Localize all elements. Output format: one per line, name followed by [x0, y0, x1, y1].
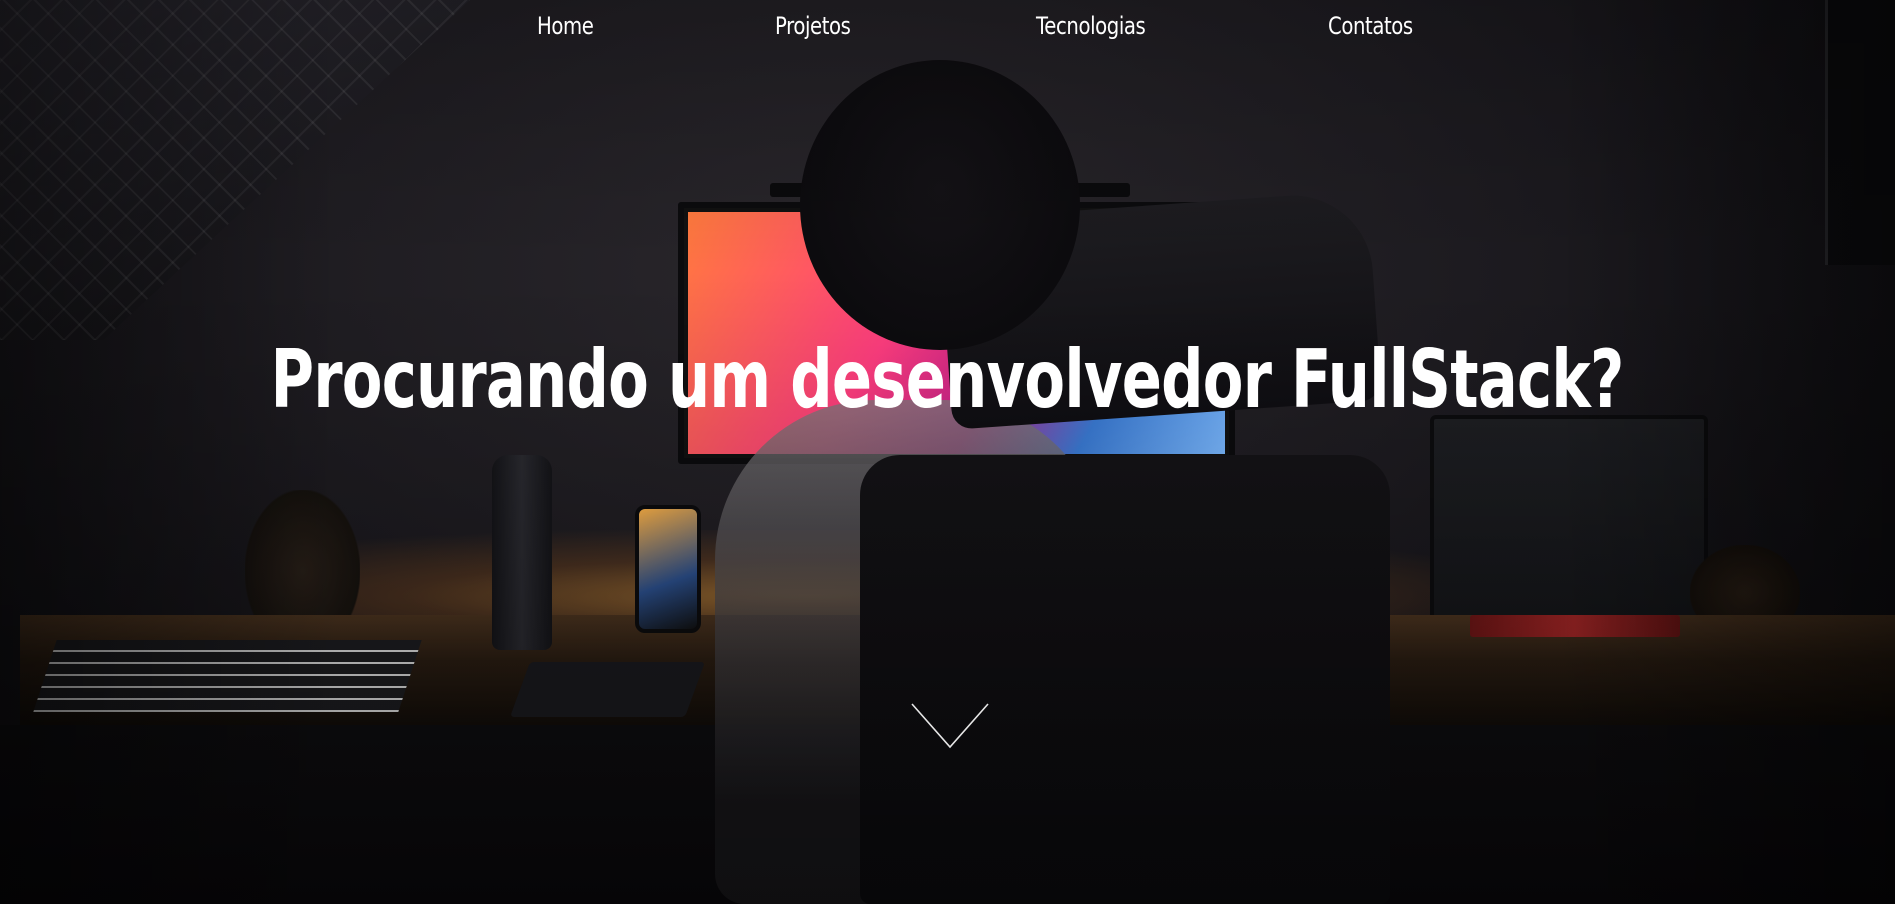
- chevron-down-icon-svg: [911, 703, 989, 749]
- nav-home[interactable]: Home: [537, 12, 594, 40]
- nav-tecnologias[interactable]: Tecnologias: [1036, 12, 1146, 40]
- hero-headline-text: Procurando um desenvolvedor FullStack?: [271, 333, 1625, 426]
- photo-overlay: [0, 0, 1895, 904]
- top-nav: Home Projetos Tecnologias Contatos: [0, 0, 1895, 60]
- hero-section: Home Projetos Tecnologias Contatos Procu…: [0, 0, 1895, 904]
- chevron-down-icon[interactable]: [911, 703, 989, 749]
- background-photo: [0, 0, 1895, 904]
- nav-projetos[interactable]: Projetos: [775, 12, 851, 40]
- hero-headline: Procurando um desenvolvedor FullStack?: [0, 333, 1895, 426]
- nav-contatos[interactable]: Contatos: [1328, 12, 1413, 40]
